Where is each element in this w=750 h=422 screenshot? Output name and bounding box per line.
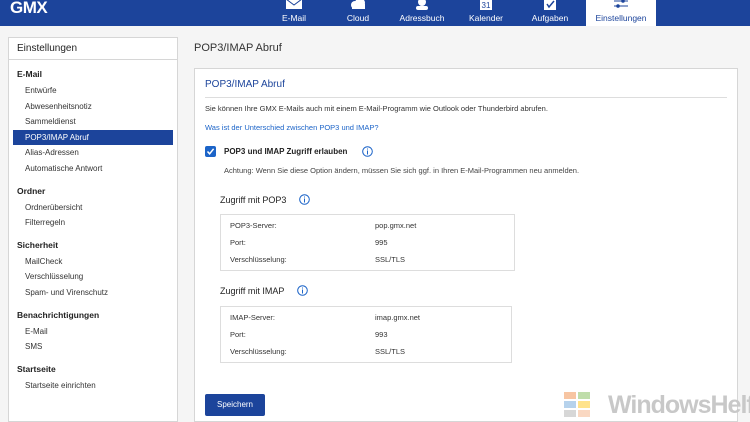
pop3-server-key: POP3-Server:	[230, 221, 277, 230]
pop3-port-key: Port:	[230, 238, 246, 247]
imap-server-value: imap.gmx.net	[375, 313, 421, 322]
nav-label: Cloud	[346, 13, 370, 23]
sidebar-section-security: Sicherheit	[17, 239, 59, 250]
address-book-icon	[416, 0, 428, 10]
imap-port-value: 993	[375, 330, 388, 339]
nav-settings[interactable]: Einstellungen	[586, 0, 656, 26]
sidebar-item-auto-reply[interactable]: Automatische Antwort	[9, 161, 177, 177]
nav-label: Kalender	[468, 13, 504, 23]
checkmark-icon	[206, 148, 215, 155]
sidebar-item-drafts[interactable]: Entwürfe	[9, 83, 177, 99]
sidebar-section-folders: Ordner	[17, 185, 46, 196]
imap-settings-box: IMAP-Server: imap.gmx.net Port: 993 Vers…	[220, 306, 512, 363]
allow-access-label: POP3 und IMAP Zugriff erlauben	[224, 147, 348, 156]
mail-icon	[286, 0, 302, 9]
info-icon[interactable]	[297, 285, 308, 296]
pop3-encryption-key: Verschlüsselung:	[230, 255, 287, 264]
pop3-server-row: POP3-Server: pop.gmx.net	[221, 217, 514, 234]
settings-sidebar: Einstellungen E-Mail Entwürfe Abwesenhei…	[8, 37, 178, 422]
imap-encryption-row: Verschlüsselung: SSL/TLS	[221, 343, 511, 360]
sidebar-item-absence-note[interactable]: Abwesenheitsnotiz	[9, 99, 177, 115]
tasks-icon	[544, 0, 556, 10]
sidebar-item-collection-service[interactable]: Sammeldienst	[9, 114, 177, 130]
pop3-port-value: 995	[375, 238, 388, 247]
pop3-encryption-value: SSL/TLS	[375, 255, 406, 264]
intro-text: Sie können Ihre GMX E-Mails auch mit ein…	[205, 104, 548, 113]
warning-text: Achtung: Wenn Sie diese Option ändern, m…	[224, 166, 580, 175]
imap-port-key: Port:	[230, 330, 246, 339]
nav-label: Adressbuch	[399, 13, 445, 23]
sidebar-item-spam-virus[interactable]: Spam- und Virenschutz	[9, 285, 177, 301]
nav-address-book[interactable]: Adressbuch	[390, 0, 454, 26]
sidebar-item-notify-sms[interactable]: SMS	[9, 339, 177, 355]
imap-encryption-value: SSL/TLS	[375, 347, 406, 356]
sidebar-item-pop3-imap[interactable]: POP3/IMAP Abruf	[13, 129, 173, 146]
imap-heading: Zugriff mit IMAP	[220, 286, 285, 296]
divider	[205, 97, 727, 98]
cloud-icon	[351, 0, 365, 9]
sidebar-section-homepage: Startseite	[17, 363, 56, 374]
allow-access-checkbox[interactable]	[205, 146, 216, 157]
sidebar-item-filter-rules[interactable]: Filterregeln	[9, 215, 177, 231]
nav-calendar[interactable]: 31 Kalender	[454, 0, 518, 26]
settings-sliders-icon	[614, 0, 628, 8]
info-icon[interactable]	[362, 146, 373, 157]
sidebar-item-folder-overview[interactable]: Ordnerübersicht	[9, 200, 177, 216]
nav-label: E-Mail	[281, 13, 307, 23]
calendar-icon: 31	[480, 0, 492, 10]
imap-port-row: Port: 993	[221, 326, 511, 343]
main-nav: E-Mail Cloud Adressbuch 31 Kalender Aufg…	[262, 0, 656, 26]
page-title: POP3/IMAP Abruf	[194, 42, 282, 54]
sidebar-section-notifications: Benachrichtigungen	[17, 309, 100, 320]
pop3-server-value: pop.gmx.net	[375, 221, 417, 230]
pop3-heading: Zugriff mit POP3	[220, 195, 287, 205]
nav-tasks[interactable]: Aufgaben	[518, 0, 582, 26]
top-navigation-bar: GMX E-Mail Cloud Adressbuch 31 Kalender …	[0, 0, 750, 26]
sidebar-item-notify-email[interactable]: E-Mail	[9, 324, 177, 340]
sidebar-item-alias-addresses[interactable]: Alias-Adressen	[9, 145, 177, 161]
imap-encryption-key: Verschlüsselung:	[230, 347, 287, 356]
watermark-logo-icon	[564, 392, 590, 417]
imap-server-row: IMAP-Server: imap.gmx.net	[221, 309, 511, 326]
info-icon[interactable]	[299, 194, 310, 205]
sidebar-item-setup-homepage[interactable]: Startseite einrichten	[9, 378, 177, 394]
watermark-text: WindowsHelfer	[608, 391, 750, 419]
nav-label: Einstellungen	[595, 13, 647, 23]
sidebar-title: Einstellungen	[9, 38, 177, 60]
pop3-vs-imap-link[interactable]: Was ist der Unterschied zwischen POP3 un…	[205, 123, 379, 132]
pop3-encryption-row: Verschlüsselung: SSL/TLS	[221, 251, 514, 268]
pop3-imap-panel: POP3/IMAP Abruf Sie können Ihre GMX E-Ma…	[194, 68, 738, 422]
nav-cloud[interactable]: Cloud	[326, 0, 390, 26]
save-button[interactable]: Speichern	[205, 394, 265, 416]
pop3-port-row: Port: 995	[221, 234, 514, 251]
nav-label: Aufgaben	[531, 13, 569, 23]
calendar-day: 31	[482, 1, 491, 10]
panel-title: POP3/IMAP Abruf	[205, 79, 285, 90]
sidebar-section-email: E-Mail	[17, 69, 43, 79]
nav-email[interactable]: E-Mail	[262, 0, 326, 26]
gmx-logo[interactable]: GMX	[10, 0, 48, 16]
sidebar-item-mailcheck[interactable]: MailCheck	[9, 254, 177, 270]
pop3-settings-box: POP3-Server: pop.gmx.net Port: 995 Versc…	[220, 214, 515, 271]
sidebar-item-encryption[interactable]: Verschlüsselung	[9, 269, 177, 285]
imap-server-key: IMAP-Server:	[230, 313, 276, 322]
